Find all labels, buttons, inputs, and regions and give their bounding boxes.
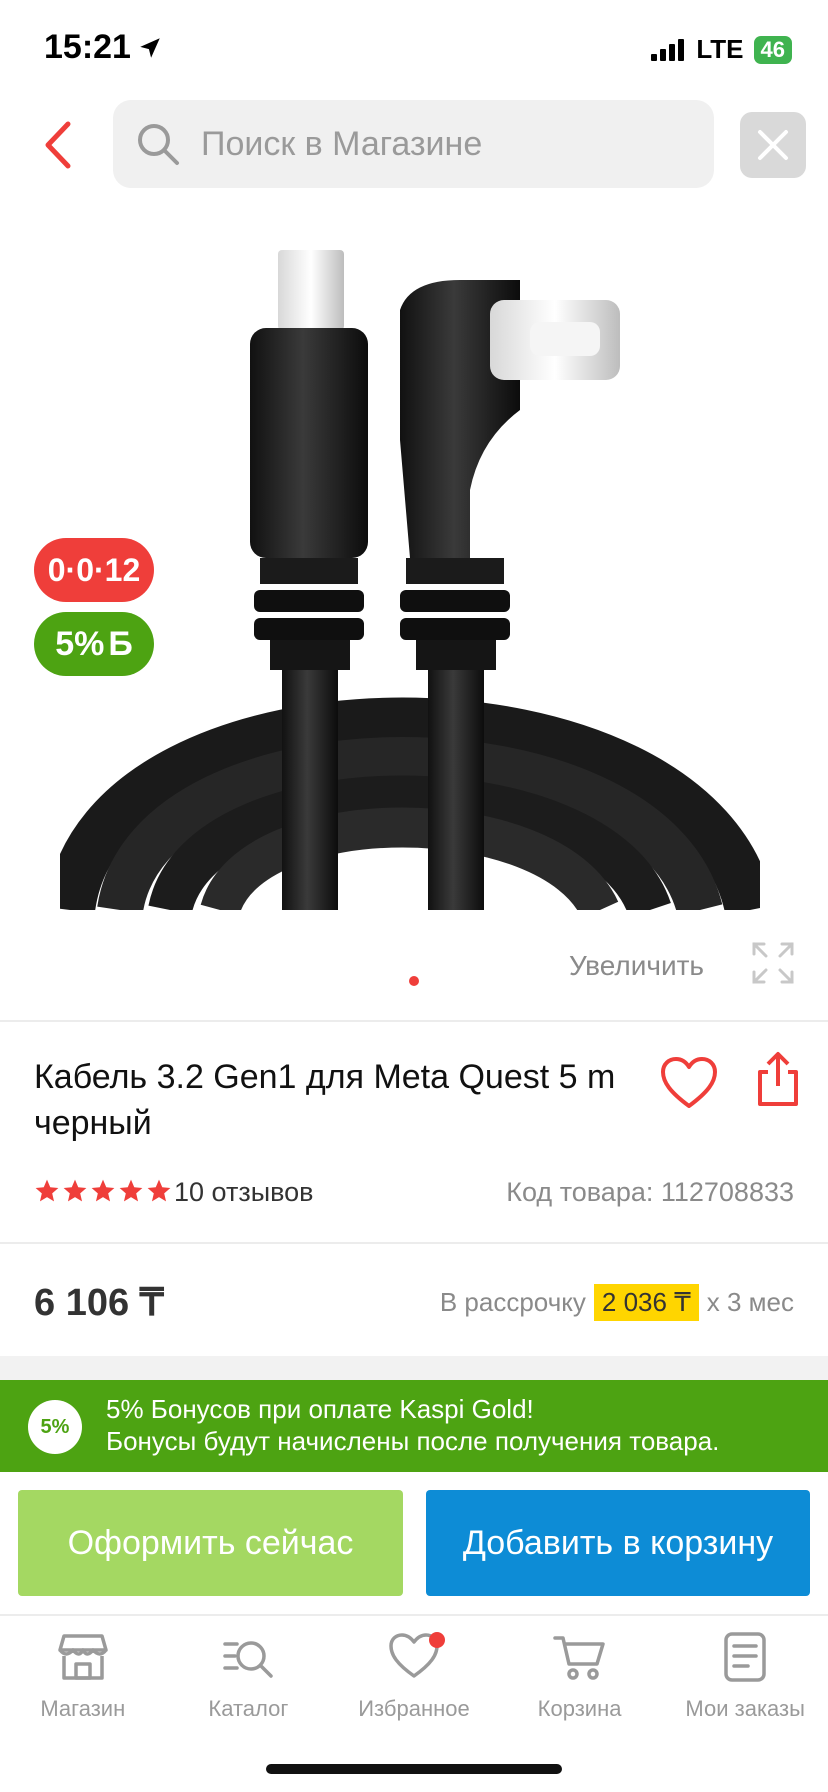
catalog-search-icon [223, 1641, 274, 1678]
shop-icon [58, 1634, 108, 1680]
installment-badge: 0·0·12 [34, 538, 154, 602]
product-price: 6 106 ₸ [34, 1282, 164, 1324]
tab-cart-label: Корзина [537, 1696, 622, 1721]
installment-prefix: В рассрочку [439, 1287, 586, 1317]
tab-orders-label: Мои заказы [685, 1696, 805, 1721]
tab-favorites[interactable]: Избранное [331, 1616, 497, 1746]
divider [0, 1020, 828, 1022]
installment-info: В рассрочку 2 036 ₸ х 3 мес [440, 1284, 794, 1321]
signal-icon [651, 38, 685, 61]
product-sku: Код товара: 112708833 [506, 1177, 794, 1207]
tab-shop[interactable]: Магазин [0, 1616, 166, 1746]
bonus-badge-percent: 5% [55, 624, 105, 663]
star-icon [147, 1179, 171, 1202]
add-to-cart-button[interactable]: Добавить в корзину [426, 1490, 810, 1596]
back-button[interactable] [36, 118, 86, 172]
expand-icon[interactable] [750, 940, 796, 986]
cable-illustration [45, 250, 775, 920]
close-icon [758, 130, 788, 160]
battery-icon: 46 [753, 35, 792, 64]
cart-icon [552, 1636, 605, 1680]
bonus-badge: 5% Б [34, 612, 154, 676]
search-placeholder: Поиск в Магазине [201, 124, 483, 163]
battery-level: 46 [760, 36, 785, 62]
notification-dot [429, 1632, 446, 1648]
share-button[interactable] [756, 1050, 800, 1108]
status-time: 15:21 [44, 28, 163, 67]
star-icon [63, 1179, 87, 1202]
tab-shop-label: Магазин [40, 1696, 126, 1721]
home-indicator[interactable] [266, 1764, 562, 1774]
tab-catalog[interactable]: Каталог [166, 1616, 332, 1746]
search-input[interactable]: Поиск в Магазине [113, 100, 714, 188]
status-time-text: 15:21 [44, 28, 131, 66]
tab-cart[interactable]: Корзина [497, 1616, 663, 1746]
promo-line-2: Бонусы будут начислены после получения т… [106, 1426, 720, 1456]
product-title: Кабель 3.2 Gen1 для Meta Quest 5 m черны… [34, 1058, 616, 1142]
tab-orders[interactable]: Мои заказы [662, 1616, 828, 1746]
gallery-page-indicator [409, 976, 419, 986]
tab-catalog-label: Каталог [208, 1696, 289, 1721]
promo-line-1: 5% Бонусов при оплате Kaspi Gold! [106, 1394, 534, 1424]
tab-favorites-label: Избранное [358, 1696, 470, 1721]
status-indicators: LTE 46 [650, 34, 792, 65]
bonus-percent-icon: 5% [28, 1400, 82, 1454]
bottom-tab-bar: Магазин Каталог Избранное Корзина Мои за… [0, 1614, 828, 1746]
star-icon [35, 1179, 59, 1202]
rating-stars[interactable] [34, 1178, 172, 1204]
chevron-left-icon [45, 121, 71, 169]
favorite-button[interactable] [660, 1056, 718, 1110]
close-button[interactable] [740, 112, 806, 178]
divider [0, 1242, 828, 1244]
location-arrow-icon [140, 37, 160, 58]
installment-monthly: 2 036 ₸ [593, 1284, 699, 1321]
search-icon [138, 124, 179, 165]
expand-arrows-icon [752, 942, 794, 984]
zoom-label[interactable]: Увеличить [569, 950, 704, 982]
orders-icon [724, 1632, 766, 1682]
star-icon [119, 1179, 143, 1202]
heart-icon [661, 1057, 717, 1108]
section-separator [0, 1356, 828, 1380]
bonus-badge-symbol: Б [108, 624, 133, 663]
network-label: LTE [696, 34, 744, 64]
bonus-promo-banner[interactable]: 5% 5% Бонусов при оплате Kaspi Gold! Бон… [0, 1380, 828, 1472]
reviews-link[interactable]: 10 отзывов [174, 1177, 314, 1208]
star-icon [91, 1179, 115, 1202]
product-image[interactable] [45, 240, 775, 920]
installment-suffix: х 3 мес [706, 1287, 794, 1317]
share-icon [758, 1052, 798, 1106]
checkout-now-button[interactable]: Оформить сейчас [18, 1490, 403, 1596]
